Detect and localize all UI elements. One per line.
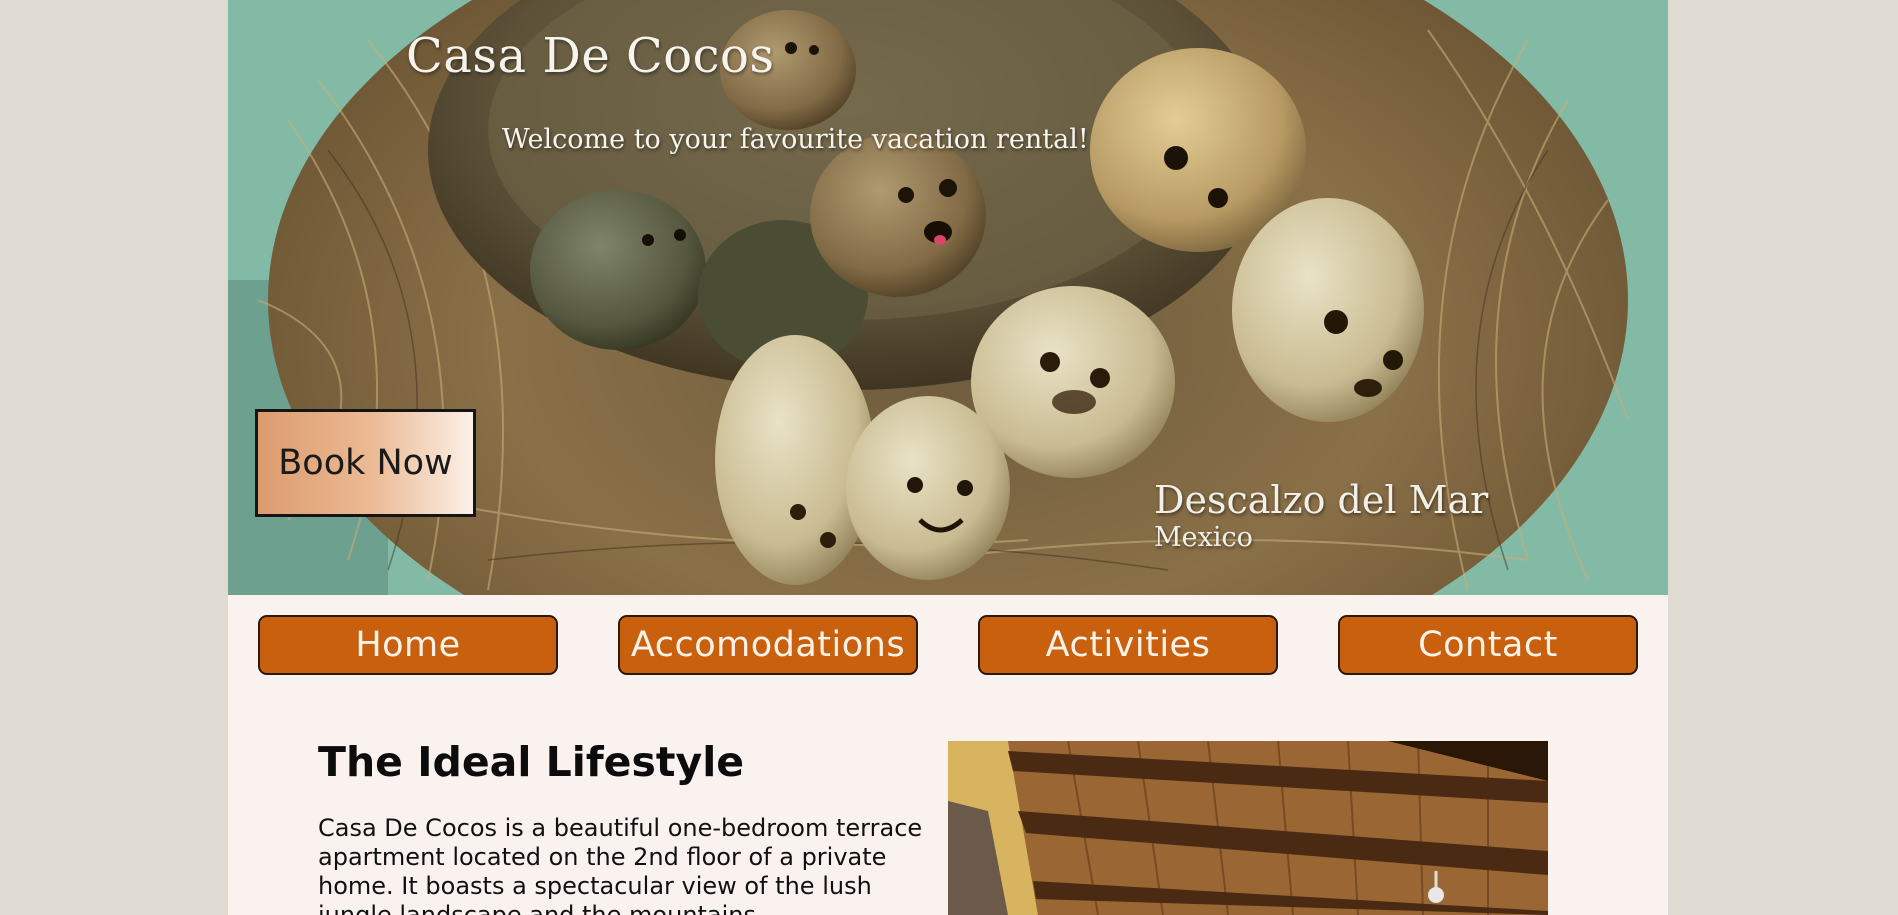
main-navigation: Home Accomodations Activities Contact	[228, 615, 1668, 675]
section-heading: The Ideal Lifestyle	[318, 738, 745, 786]
location-label: Descalzo del Mar Mexico	[1154, 478, 1488, 554]
nav-home-button[interactable]: Home	[258, 615, 558, 675]
nav-activities-button[interactable]: Activities	[978, 615, 1278, 675]
location-place: Descalzo del Mar	[1154, 478, 1489, 522]
ceiling-photo	[948, 741, 1548, 915]
nav-accomodations-button[interactable]: Accomodations	[618, 615, 918, 675]
site-tagline: Welcome to your favourite vacation renta…	[502, 124, 1089, 155]
section-paragraph: Casa De Cocos is a beautiful one-bedroom…	[318, 814, 923, 915]
site-title: Casa De Cocos	[406, 28, 775, 84]
hero-banner: Casa De Cocos Welcome to your favourite …	[228, 0, 1668, 595]
book-now-button[interactable]: Book Now	[255, 409, 476, 517]
nav-contact-button[interactable]: Contact	[1338, 615, 1638, 675]
page-container: Casa De Cocos Welcome to your favourite …	[228, 0, 1668, 915]
location-country: Mexico	[1154, 522, 1253, 553]
wood-ceiling-image	[948, 741, 1548, 915]
